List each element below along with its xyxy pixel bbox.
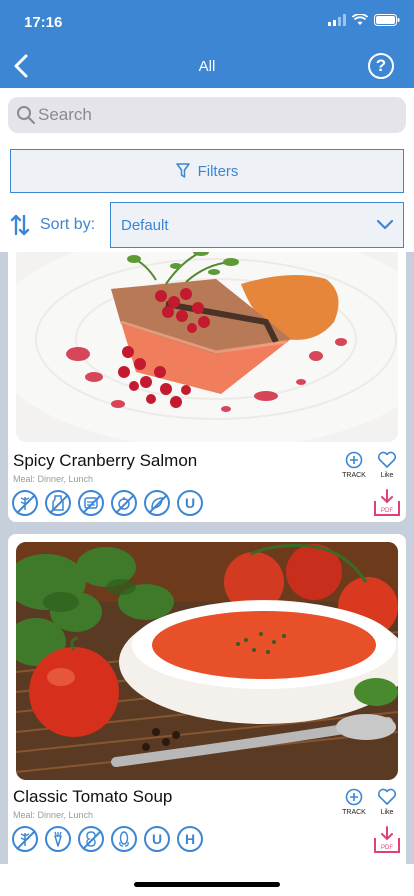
pdf-label: PDF (381, 508, 393, 514)
track-button[interactable]: TRACK (337, 451, 371, 479)
no-nuts-icon (111, 490, 137, 516)
carrot-icon (45, 826, 71, 852)
recipe-card[interactable]: Spicy Cranberry Salmon Meal: Dinner, Lun… (8, 252, 406, 522)
like-label: Like (380, 809, 394, 816)
like-button[interactable]: Like (370, 451, 404, 479)
no-shellfish-icon (144, 490, 170, 516)
signal-icon (328, 14, 346, 26)
sort-dropdown[interactable]: Default (110, 202, 404, 248)
chevron-down-icon (377, 219, 393, 230)
filters-button[interactable]: Filters (10, 149, 404, 193)
recipe-image-tomato-soup[interactable] (16, 542, 398, 780)
page-title: All (198, 58, 216, 75)
pdf-download-button[interactable]: PDF (374, 826, 400, 854)
diet-icons-row: U (12, 490, 203, 516)
wifi-icon (352, 14, 368, 25)
corn-icon (111, 826, 137, 852)
no-gluten-icon (12, 826, 38, 852)
recipe-list[interactable]: Spicy Cranberry Salmon Meal: Dinner, Lun… (0, 252, 414, 864)
sort-label: Sort by: (40, 216, 96, 233)
salmon-dish-illustration (16, 252, 398, 442)
sort-icon (10, 214, 30, 236)
recipe-title[interactable]: Classic Tomato Soup (13, 787, 172, 807)
no-peanut-icon (78, 826, 104, 852)
pdf-label: PDF (381, 845, 393, 851)
diet-icons-row: U H (12, 826, 203, 852)
no-dairy-icon (45, 490, 71, 516)
sort-selected-value: Default (121, 217, 169, 234)
recipe-meal: Meal: Dinner, Lunch (13, 474, 94, 484)
status-icons (328, 14, 400, 26)
home-indicator[interactable] (134, 882, 280, 887)
battery-icon (374, 14, 400, 26)
pdf-download-button[interactable]: PDF (374, 489, 400, 517)
pdf-download-icon: PDF (374, 826, 400, 853)
top-bar: 17:16 All ? (0, 0, 414, 88)
search-icon (17, 106, 35, 124)
heart-icon (377, 451, 397, 468)
track-button[interactable]: TRACK (337, 788, 371, 816)
u-icon: U (144, 826, 170, 852)
recipe-card[interactable]: Classic Tomato Soup Meal: Dinner, Lunch … (8, 534, 406, 864)
heart-icon (377, 788, 397, 805)
search-bar (0, 88, 414, 142)
filter-icon (175, 163, 190, 178)
bottom-bar (0, 864, 414, 896)
track-label: TRACK (342, 472, 366, 479)
filters-label: Filters (197, 162, 239, 180)
search-input[interactable] (38, 97, 398, 133)
pdf-download-icon: PDF (374, 489, 400, 516)
recipe-title[interactable]: Spicy Cranberry Salmon (13, 451, 197, 471)
like-button[interactable]: Like (370, 788, 404, 816)
help-button[interactable]: ? (368, 53, 394, 79)
track-label: TRACK (342, 809, 366, 816)
recipe-meal: Meal: Dinner, Lunch (13, 810, 94, 820)
h-icon: H (177, 826, 203, 852)
recipe-image-salmon[interactable] (16, 252, 398, 442)
plus-circle-icon (345, 451, 363, 469)
u-icon: U (177, 490, 203, 516)
plus-circle-icon (345, 788, 363, 806)
filter-sort-panel: Filters Sort by: Default (0, 142, 414, 252)
no-gluten-icon (12, 490, 38, 516)
search-box[interactable] (8, 97, 406, 133)
tomato-soup-illustration (16, 542, 398, 780)
like-label: Like (380, 472, 394, 479)
no-grains-icon (78, 490, 104, 516)
status-time: 17:16 (24, 14, 63, 31)
